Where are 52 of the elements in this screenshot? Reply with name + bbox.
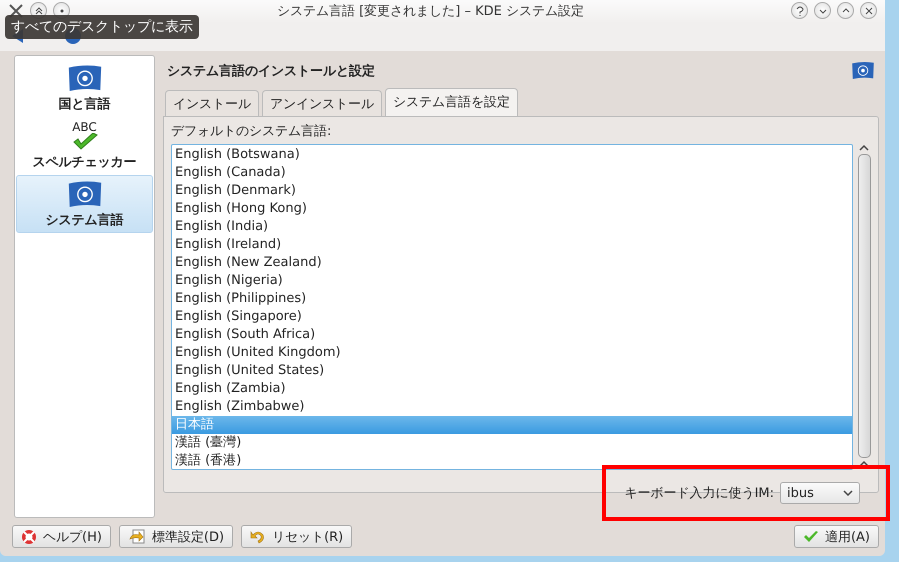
- dot-icon: [60, 8, 64, 13]
- chevron-up-icon[interactable]: [859, 144, 869, 152]
- language-item[interactable]: English (Zambia): [172, 380, 852, 398]
- defaults-button[interactable]: 標準設定(D): [118, 525, 234, 548]
- chevron-up-icon: [842, 6, 850, 15]
- maximize-button[interactable]: [837, 2, 854, 20]
- tooltip: すべてのデスクトップに表示: [5, 15, 199, 39]
- reset-button[interactable]: リセット(R): [241, 525, 352, 548]
- language-item[interactable]: 漢語 (香港): [172, 452, 852, 469]
- list-label: デフォルトのシステム言語:: [171, 123, 332, 140]
- double-chevron-icon: [34, 6, 42, 15]
- language-item[interactable]: English (Zimbabwe): [172, 398, 852, 416]
- flag-icon: [66, 64, 102, 93]
- language-item[interactable]: 漢語 (臺灣): [172, 434, 852, 452]
- chevron-up-icon[interactable]: [859, 460, 869, 468]
- page-heading: システム言語のインストールと設定: [167, 62, 375, 80]
- sidebar-item[interactable]: ABC スペルチェッカー: [16, 116, 153, 175]
- im-label: キーボード入力に使うIM:: [624, 485, 774, 502]
- language-item[interactable]: English (Philippines): [172, 290, 852, 308]
- language-item[interactable]: English (New Zealand): [172, 254, 852, 272]
- language-item[interactable]: English (United Kingdom): [172, 344, 852, 362]
- close-button[interactable]: [860, 2, 877, 20]
- language-item[interactable]: English (Botswana): [172, 146, 852, 164]
- help-button[interactable]: [791, 2, 808, 20]
- language-item[interactable]: English (United States): [172, 362, 852, 380]
- close-icon: [864, 6, 872, 15]
- flag-icon: [851, 61, 875, 81]
- help-button[interactable]: ヘルプ(H): [12, 525, 111, 548]
- language-item[interactable]: English (Canada): [172, 164, 852, 182]
- language-item[interactable]: English (Denmark): [172, 182, 852, 200]
- language-item[interactable]: English (Singapore): [172, 308, 852, 326]
- chevron-down-icon: [843, 490, 853, 496]
- minimize-button[interactable]: [814, 2, 831, 20]
- tab[interactable]: アンインストール: [262, 90, 382, 116]
- flag-icon: [66, 180, 102, 209]
- language-item[interactable]: English (India): [172, 218, 852, 236]
- sidebar-item[interactable]: 国と言語: [16, 59, 153, 117]
- chevron-down-icon: [818, 6, 826, 15]
- apply-button[interactable]: 適用(A): [794, 525, 879, 548]
- window-title: システム言語 [変更されました] – KDE システム設定: [276, 2, 585, 20]
- language-item[interactable]: English (South Africa): [172, 326, 852, 344]
- language-item[interactable]: English (Hong Kong): [172, 200, 852, 218]
- language-item[interactable]: English (Ireland): [172, 236, 852, 254]
- lifebuoy-icon: [21, 528, 37, 544]
- sidebar-item[interactable]: システム言語: [16, 174, 153, 233]
- tab[interactable]: インストール: [165, 90, 259, 116]
- im-dropdown[interactable]: ibus: [780, 482, 860, 504]
- tab[interactable]: システム言語を設定: [385, 88, 518, 116]
- scrollbar[interactable]: [856, 144, 872, 468]
- question-mark-icon: [796, 6, 804, 16]
- checkmark-icon: [802, 530, 819, 544]
- language-item[interactable]: English (Nigeria): [172, 272, 852, 290]
